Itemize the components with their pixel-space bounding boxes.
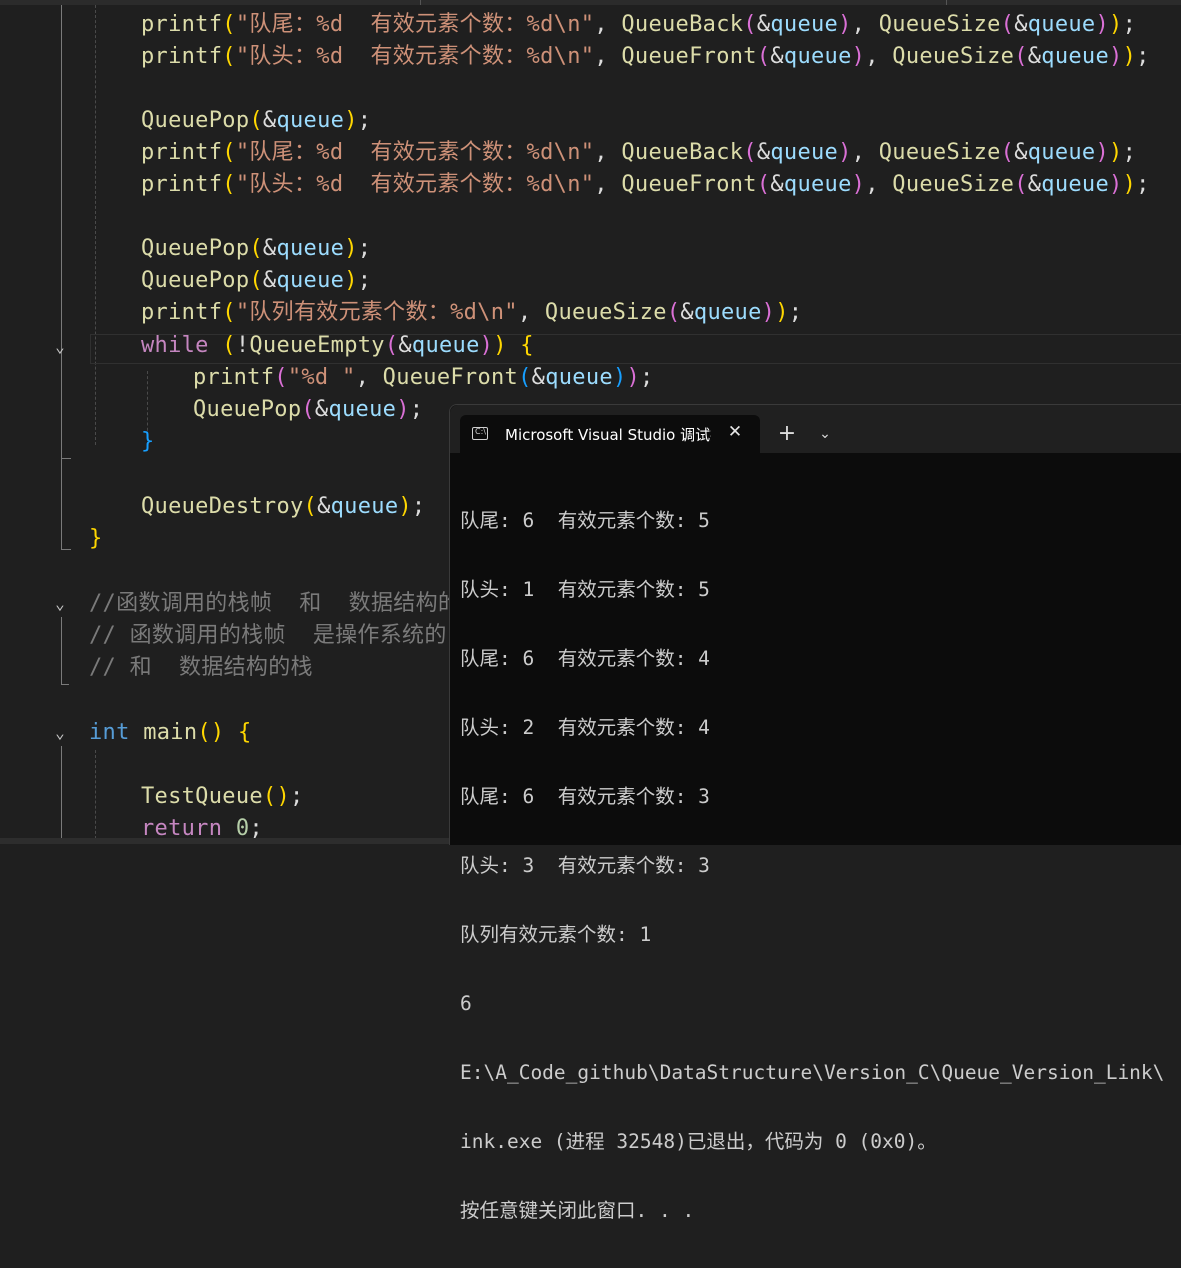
code-line: QueuePop(&queue); [141, 108, 372, 133]
terminal-icon: C:\ [472, 427, 488, 440]
code-line: printf("队列有效元素个数：%d\n", QueueSize(&queue… [141, 300, 803, 325]
console-tab[interactable]: C:\ Microsoft Visual Studio 调试控制台 ✕ [460, 415, 760, 453]
indent-guide [95, 5, 96, 445]
console-line: 队头: 3 有效元素个数: 3 [460, 854, 710, 877]
code-line: QueuePop(&queue); [141, 268, 372, 293]
fold-line-end [61, 549, 71, 550]
console-line: 6 [460, 992, 472, 1015]
code-line: QueuePop(&queue); [193, 397, 424, 422]
code-line: printf("%d ", QueueFront(&queue)); [193, 365, 654, 390]
collapse-chevron-icon[interactable]: ⌄ [51, 724, 69, 742]
code-comment: //函数调用的栈帧 和 数据结构的栈 [89, 591, 483, 616]
code-comment: // 和 数据结构的栈 [89, 655, 313, 680]
console-output: 队尾: 6 有效元素个数: 5 队头: 1 有效元素个数: 5 队尾: 6 有效… [460, 463, 1181, 1268]
fold-line [61, 617, 62, 685]
console-line: 队头: 2 有效元素个数: 4 [460, 716, 710, 739]
collapse-chevron-icon[interactable]: ⌄ [51, 338, 69, 356]
fold-line-end [61, 458, 71, 459]
code-line: printf("队头：%d 有效元素个数：%d\n", QueueFront(&… [141, 172, 1150, 197]
code-line: printf("队头：%d 有效元素个数：%d\n", QueueFront(&… [141, 44, 1150, 69]
new-tab-button[interactable]: + [776, 421, 798, 447]
console-line: E:\A_Code_github\DataStructure\Version_C… [460, 1061, 1165, 1084]
console-tab-title: Microsoft Visual Studio 调试控制台 [505, 426, 711, 444]
fold-line [61, 746, 62, 844]
code-line: while (!QueueEmpty(&queue)) { [141, 333, 534, 358]
indent-guide [95, 750, 96, 844]
console-line: 队尾: 6 有效元素个数: 3 [460, 785, 710, 808]
fold-line [61, 5, 62, 550]
code-line: int main() { [89, 720, 252, 745]
code-line: QueuePop(&queue); [141, 236, 372, 261]
chevron-down-icon[interactable]: ⌄ [814, 421, 836, 447]
code-line: printf("队尾：%d 有效元素个数：%d\n", QueueBack(&q… [141, 140, 1137, 165]
status-bar [0, 838, 449, 844]
code-line: TestQueue(); [141, 784, 304, 809]
console-line: 队头: 1 有效元素个数: 5 [460, 578, 710, 601]
code-line: QueueDestroy(&queue); [141, 494, 426, 519]
code-comment: // 函数调用的栈帧 是操作系统的 [89, 623, 447, 648]
console-line: 按任意键关闭此窗口. . . [460, 1199, 695, 1222]
code-line: } [89, 526, 103, 551]
collapse-chevron-icon[interactable]: ⌄ [51, 595, 69, 613]
code-line: } [141, 429, 155, 454]
console-line: ink.exe (进程 32548)已退出，代码为 0 (0x0)。 [460, 1130, 937, 1153]
console-line: 队尾: 6 有效元素个数: 5 [460, 509, 710, 532]
debug-console-window[interactable]: C:\ Microsoft Visual Studio 调试控制台 ✕ + ⌄ … [449, 404, 1181, 1222]
console-line: 队尾: 6 有效元素个数: 4 [460, 647, 710, 670]
console-tab-bar: C:\ Microsoft Visual Studio 调试控制台 ✕ + ⌄ [450, 405, 1181, 453]
console-line: 队列有效元素个数: 1 [460, 923, 652, 946]
code-line: printf("队尾：%d 有效元素个数：%d\n", QueueBack(&q… [141, 12, 1137, 37]
close-icon[interactable]: ✕ [725, 420, 745, 444]
fold-line-end [61, 684, 69, 685]
